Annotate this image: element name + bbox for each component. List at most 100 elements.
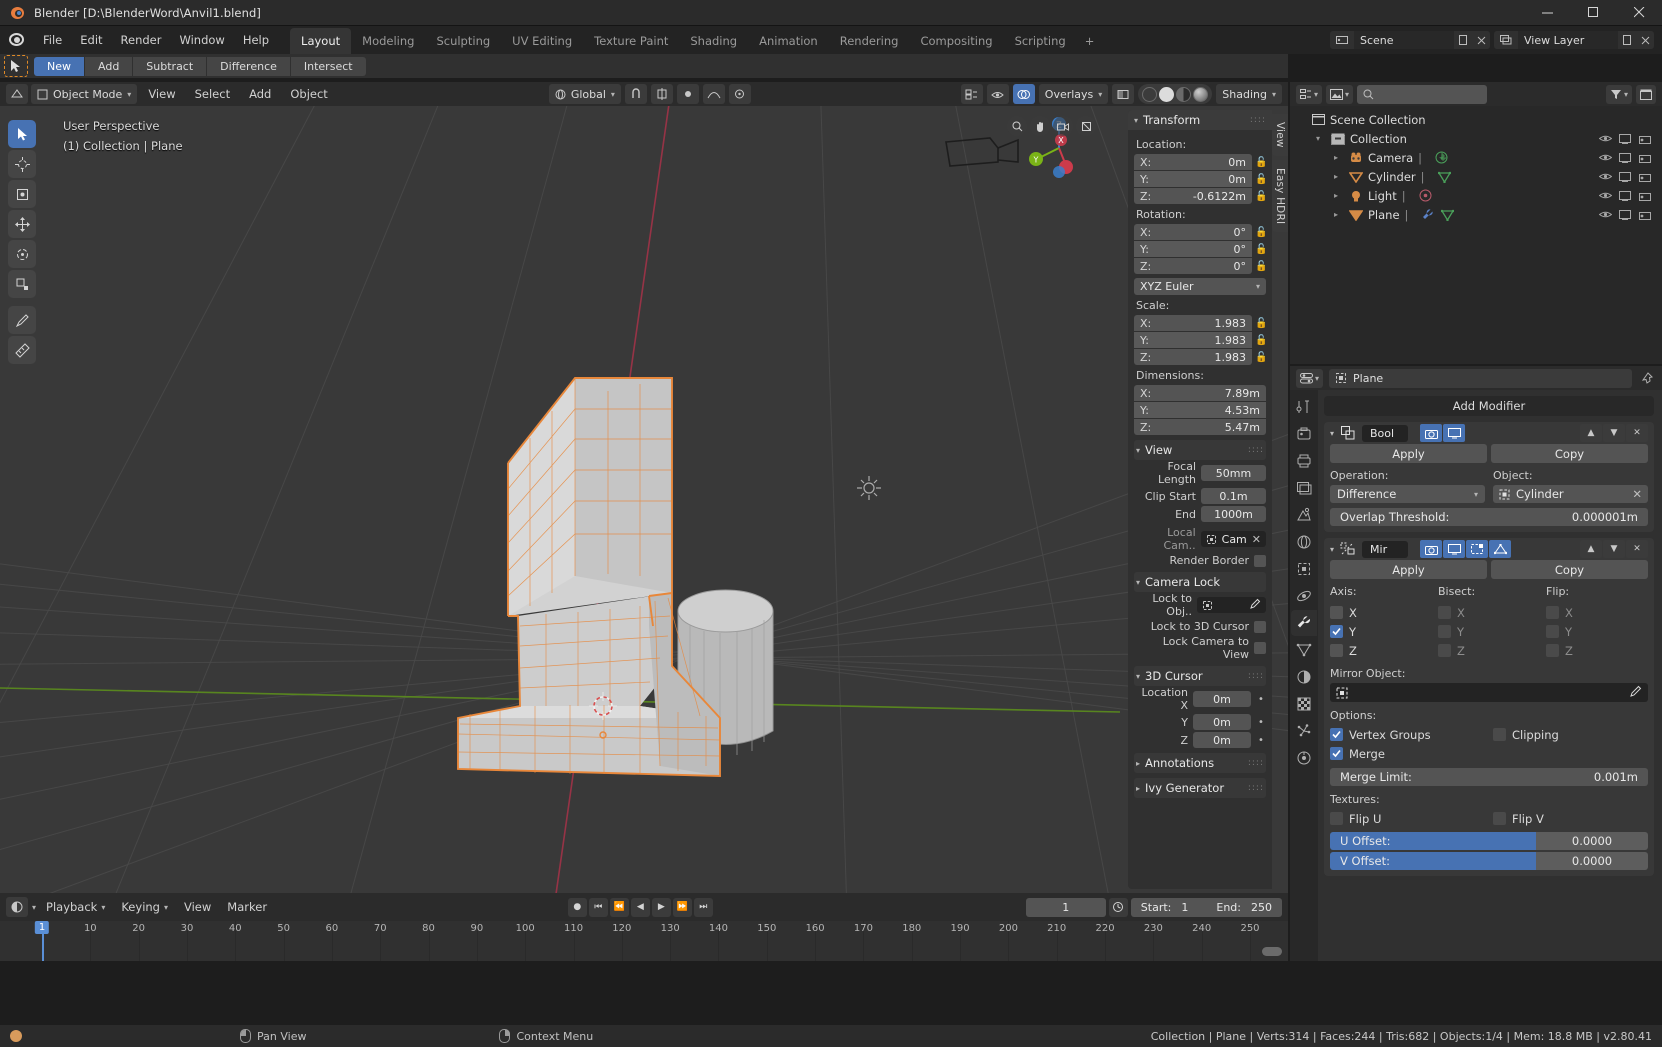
lock-scale-y-icon[interactable]: 🔓 (1255, 335, 1266, 346)
clipping-row[interactable]: Clipping (1493, 725, 1648, 744)
snap-magnet-icon[interactable] (625, 84, 647, 104)
tab-view-layer[interactable] (1291, 475, 1317, 501)
flip-v-row[interactable]: Flip V (1493, 809, 1648, 828)
shading-lookdev-button[interactable] (1176, 87, 1191, 102)
tab-layout[interactable]: Layout (290, 28, 351, 54)
flip-z-checkbox[interactable] (1546, 644, 1559, 657)
lock-location-x-icon[interactable]: 🔓 (1255, 157, 1266, 168)
render-visibility-icon[interactable] (1420, 540, 1442, 558)
delete-modifier-button[interactable]: ✕ (1626, 540, 1648, 558)
bisect-x-checkbox[interactable] (1438, 606, 1451, 619)
tab-render[interactable] (1291, 421, 1317, 447)
move-modifier-down-button[interactable]: ▼ (1603, 540, 1625, 558)
tab-texture-paint[interactable]: Texture Paint (583, 28, 679, 54)
lock-location-y-icon[interactable]: 🔓 (1255, 174, 1266, 185)
vertex-groups-row[interactable]: Vertex Groups (1330, 725, 1485, 744)
delete-viewlayer-button[interactable] (1636, 31, 1654, 49)
v-offset-label-field[interactable]: V Offset: (1330, 852, 1536, 870)
flip-v-checkbox[interactable] (1493, 812, 1506, 825)
show-overlays-icon[interactable] (1013, 84, 1035, 104)
axis-z-checkbox[interactable] (1330, 644, 1343, 657)
outliner-editor-type-icon[interactable]: ▾ (1296, 85, 1322, 104)
render-visibility-icon[interactable] (1420, 424, 1442, 442)
cursor-location-z-field[interactable]: 0m (1193, 732, 1251, 748)
copy-modifier-button[interactable]: Copy (1491, 560, 1648, 579)
jump-to-end-button[interactable]: ⏭ (694, 898, 713, 917)
lock-location-z-icon[interactable]: 🔓 (1255, 191, 1266, 202)
bisect-y-row[interactable]: Y (1438, 622, 1540, 641)
lock-scale-z-icon[interactable]: 🔓 (1255, 352, 1266, 363)
tab-uv-editing[interactable]: UV Editing (501, 28, 583, 54)
eyedropper-icon[interactable] (1250, 598, 1261, 612)
clipping-checkbox[interactable] (1493, 728, 1506, 741)
outliner-tree[interactable]: Scene Collection ▾ Collection ▸ Camera | (1290, 106, 1662, 364)
tab-compositing[interactable]: Compositing (909, 28, 1003, 54)
camera-data-icon[interactable] (1435, 151, 1448, 164)
scale-z-field[interactable]: Z:1.983 (1134, 349, 1252, 365)
axis-x-row[interactable]: X (1330, 603, 1432, 622)
chevron-down-icon[interactable]: ▾ (1316, 134, 1326, 143)
viewport-3d[interactable]: User Perspective (1) Collection | Plane (0, 106, 1288, 893)
zoom-icon[interactable] (1007, 116, 1027, 136)
boolean-object-field[interactable]: Cylinder ✕ (1493, 485, 1648, 503)
tab-scene[interactable] (1291, 502, 1317, 528)
toggle-perspective-icon[interactable] (1076, 116, 1096, 136)
annotations-panel-header[interactable]: ▸ Annotations :::: (1134, 753, 1266, 773)
blender-logo-icon[interactable] (6, 29, 28, 51)
new-viewlayer-button[interactable] (1618, 31, 1636, 49)
scene-selector[interactable]: Scene (1330, 31, 1490, 49)
properties-editor-type-icon[interactable]: ▾ (1296, 369, 1323, 388)
chevron-right-icon[interactable]: ▸ (1334, 191, 1344, 200)
animate-property-icon[interactable]: • (1256, 717, 1266, 728)
lock-scale-x-icon[interactable]: 🔓 (1255, 318, 1266, 329)
modifier-icon[interactable] (1421, 208, 1434, 221)
tool-select-box-icon[interactable] (8, 120, 36, 148)
scale-x-field[interactable]: X:1.983 (1134, 315, 1252, 331)
viewport-visibility-icon[interactable] (1443, 424, 1465, 442)
flip-u-checkbox[interactable] (1330, 812, 1343, 825)
jump-back-button[interactable]: ⏪ (610, 898, 629, 917)
add-modifier-button[interactable]: Add Modifier (1324, 396, 1654, 416)
tab-sculpting[interactable]: Sculpting (425, 28, 501, 54)
edit-mode-display-icon[interactable] (1466, 540, 1488, 558)
tab-object-data[interactable] (1291, 637, 1317, 663)
move-modifier-up-button[interactable]: ▲ (1580, 540, 1602, 558)
dimension-x-field[interactable]: X:7.89m (1134, 385, 1266, 401)
viewlayer-selector[interactable]: View Layer (1494, 31, 1654, 49)
boolean-new-button[interactable]: New (34, 57, 85, 76)
transform-panel-header[interactable]: ▾ Transform :::: (1128, 110, 1272, 130)
shading-rendered-button[interactable] (1193, 87, 1208, 102)
scale-y-field[interactable]: Y:1.983 (1134, 332, 1252, 348)
menu-file[interactable]: File (34, 29, 71, 51)
clip-end-field[interactable]: 1000m (1201, 506, 1266, 522)
operation-dropdown[interactable]: Difference ▾ (1330, 485, 1485, 503)
flip-u-row[interactable]: Flip U (1330, 809, 1485, 828)
boolean-difference-button[interactable]: Difference (207, 57, 291, 76)
hide-in-viewport-icon[interactable] (1598, 208, 1612, 222)
clear-object-icon[interactable]: ✕ (1632, 487, 1642, 501)
modifier-bool-name[interactable]: Bool (1362, 425, 1408, 442)
cursor3d-panel-header[interactable]: ▾ 3D Cursor :::: (1134, 666, 1266, 686)
disable-in-viewports-icon[interactable] (1618, 208, 1632, 222)
render-border-checkbox[interactable] (1254, 555, 1266, 567)
rotation-z-field[interactable]: Z:0° (1134, 258, 1252, 274)
disable-in-renders-icon[interactable] (1638, 208, 1652, 222)
clear-local-camera-icon[interactable]: ✕ (1252, 533, 1261, 546)
clip-start-field[interactable]: 0.1m (1201, 488, 1266, 504)
tab-modifiers[interactable] (1291, 610, 1317, 636)
modifier-mirror-name[interactable]: Mir (1362, 541, 1408, 558)
timeline-keying-menu[interactable]: Keying ▾ (115, 897, 174, 917)
on-cage-display-icon[interactable] (1489, 540, 1511, 558)
v-offset-value-field[interactable]: 0.0000 (1536, 852, 1648, 870)
hide-in-viewport-icon[interactable] (1598, 151, 1612, 165)
mesh-data-icon[interactable] (1441, 209, 1454, 221)
merge-checkbox[interactable] (1330, 747, 1343, 760)
proportional-edit-icon[interactable] (677, 84, 699, 104)
cursor-location-y-field[interactable]: 0m (1193, 714, 1251, 730)
rotation-mode-dropdown[interactable]: XYZ Euler ▾ (1134, 278, 1266, 295)
proportional-falloff-icon[interactable] (703, 84, 725, 104)
use-preview-range-icon[interactable] (1109, 898, 1128, 917)
axis-y-row[interactable]: Y (1330, 622, 1432, 641)
tab-output[interactable] (1291, 448, 1317, 474)
tab-particles[interactable] (1291, 718, 1317, 744)
